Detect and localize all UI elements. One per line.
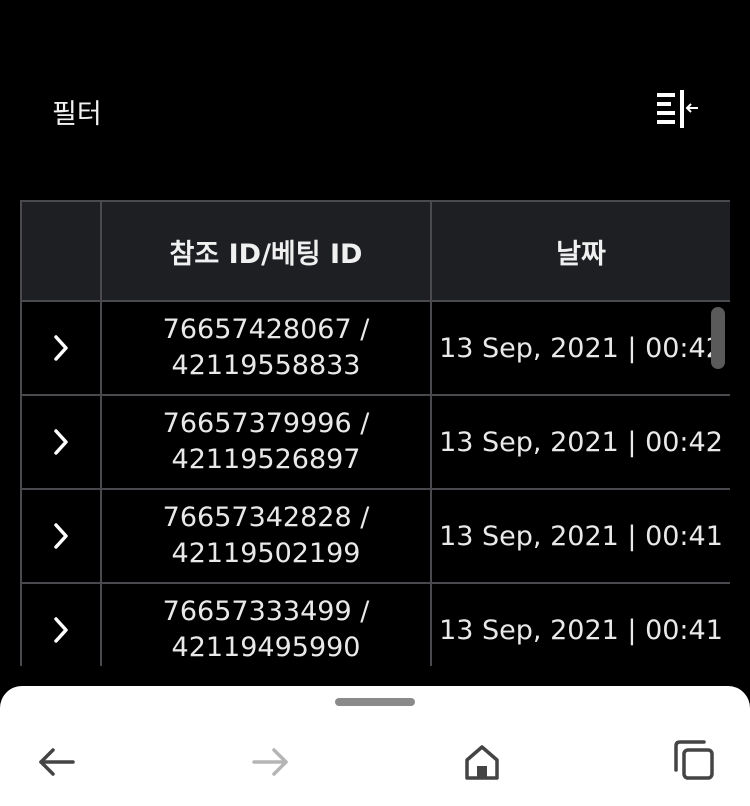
ref-id: 76657379996 /: [162, 408, 370, 439]
bet-id: 42119495990: [171, 632, 361, 663]
ref-bet-id-cell: 76657333499 / 42119495990: [100, 582, 432, 666]
bet-id: 42119502199: [171, 538, 361, 569]
chevron-right-icon[interactable]: [51, 522, 71, 550]
table-row[interactable]: 76657333499 / 42119495990 13 Sep, 2021 |…: [20, 582, 730, 666]
table-header-row: 참조 ID/베팅 ID 날짜: [20, 200, 730, 302]
table-scrollbar[interactable]: [711, 307, 725, 369]
bet-history-table: 참조 ID/베팅 ID 날짜 76657428067 / 42119558833…: [20, 200, 730, 666]
date-cell: 13 Sep, 2021 | 00:41: [430, 488, 730, 584]
filter-label[interactable]: 필터: [52, 92, 102, 131]
forward-button[interactable]: [246, 738, 294, 786]
ref-id: 76657428067 /: [162, 314, 370, 345]
back-button[interactable]: [33, 738, 81, 786]
ref-bet-id-cell: 76657342828 / 42119502199: [100, 488, 432, 584]
home-icon: [465, 745, 499, 780]
tabs-icon: [674, 740, 714, 780]
ref-id: 76657342828 /: [162, 502, 370, 533]
browser-bottom-bar: [0, 686, 750, 806]
ref-bet-id-cell: 76657428067 / 42119558833: [100, 300, 432, 396]
expand-cell[interactable]: [20, 394, 102, 490]
filter-header: 필터: [0, 0, 750, 200]
ref-bet-id-cell: 76657379996 / 42119526897: [100, 394, 432, 490]
home-button[interactable]: [458, 738, 506, 786]
chevron-right-icon[interactable]: [51, 616, 71, 644]
chevron-right-icon[interactable]: [51, 334, 71, 362]
table-row[interactable]: 76657379996 / 42119526897 13 Sep, 2021 |…: [20, 394, 730, 490]
filter-collapse-icon[interactable]: [654, 90, 700, 130]
header-expand: [20, 200, 102, 302]
tabs-button[interactable]: [670, 738, 718, 786]
bet-id: 42119526897: [171, 444, 361, 475]
header-ref-bet-id: 참조 ID/베팅 ID: [100, 200, 432, 302]
arrow-right-icon: [252, 748, 288, 776]
bet-id: 42119558833: [171, 350, 361, 381]
date-cell: 13 Sep, 2021 | 00:42: [430, 394, 730, 490]
header-date: 날짜: [430, 200, 730, 302]
table-row[interactable]: 76657342828 / 42119502199 13 Sep, 2021 |…: [20, 488, 730, 584]
date-cell: 13 Sep, 2021 | 00:41: [430, 582, 730, 666]
expand-cell[interactable]: [20, 300, 102, 396]
chevron-right-icon[interactable]: [51, 428, 71, 456]
date-cell: 13 Sep, 2021 | 00:42: [430, 300, 730, 396]
arrow-left-icon: [39, 748, 75, 776]
table-row[interactable]: 76657428067 / 42119558833 13 Sep, 2021 |…: [20, 300, 730, 396]
expand-cell[interactable]: [20, 582, 102, 666]
drag-handle[interactable]: [335, 698, 415, 706]
ref-id: 76657333499 /: [162, 596, 370, 627]
expand-cell[interactable]: [20, 488, 102, 584]
